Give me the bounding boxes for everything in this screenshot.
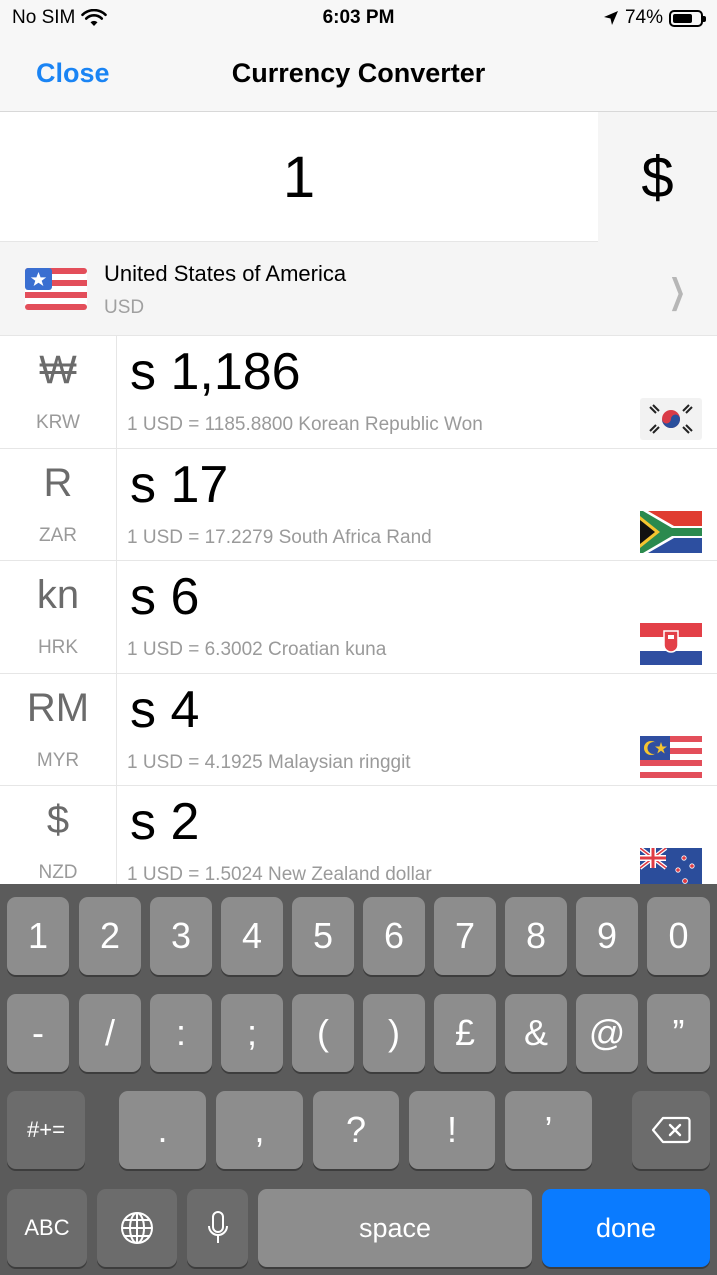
converted-amount: s 2 — [130, 793, 200, 851]
converted-amount: s 1,186 — [130, 343, 301, 401]
backspace-icon — [651, 1116, 691, 1144]
key-semicolon[interactable]: ; — [221, 994, 283, 1072]
numeric-keyboard: 1 2 3 4 5 6 7 8 9 0 - / : ; ( ) £ & @ ” … — [0, 884, 717, 1275]
key-apostrophe[interactable]: ’ — [505, 1091, 592, 1169]
currency-symbol: $ — [46, 798, 70, 842]
base-currency-code: USD — [104, 297, 145, 318]
converted-amount: s 6 — [130, 568, 200, 626]
key-abc[interactable]: ABC — [7, 1189, 87, 1267]
currency-code: HRK — [37, 637, 79, 658]
key-6[interactable]: 6 — [363, 897, 425, 975]
exchange-rate: 1 USD = 1.5024 New Zealand dollar — [127, 864, 432, 884]
microphone-key[interactable] — [187, 1189, 248, 1267]
backspace-key[interactable] — [632, 1091, 710, 1169]
base-currency-name: United States of America — [104, 261, 347, 286]
battery-icon — [669, 9, 706, 27]
microphone-icon — [207, 1211, 228, 1243]
currency-code: NZD — [38, 862, 78, 883]
currency-symbol: RM — [26, 685, 90, 730]
battery-percentage: 74% — [624, 7, 663, 28]
new-zealand-flag-icon — [640, 848, 702, 884]
malaysia-flag-icon — [640, 735, 702, 778]
key-close-paren[interactable]: ) — [363, 994, 425, 1072]
done-key[interactable]: done — [542, 1189, 710, 1267]
key-comma[interactable]: , — [216, 1091, 303, 1169]
currency-symbol-cell: R ZAR — [0, 448, 117, 560]
south-africa-flag-icon — [640, 510, 702, 553]
key-ampersand[interactable]: & — [505, 994, 567, 1072]
currency-row-zar[interactable]: R ZAR s 17 1 USD = 17.2279 South Africa … — [0, 448, 717, 561]
key-4[interactable]: 4 — [221, 897, 283, 975]
exchange-rate: 1 USD = 1185.8800 Korean Republic Won — [127, 414, 483, 435]
key-2[interactable]: 2 — [79, 897, 141, 975]
exchange-rate: 1 USD = 4.1925 Malaysian ringgit — [127, 751, 411, 773]
globe-key[interactable] — [97, 1189, 177, 1267]
exchange-rate: 1 USD = 6.3002 Croatian kuna — [127, 639, 387, 660]
space-key[interactable]: space — [258, 1189, 532, 1267]
currency-symbol-cell: $ NZD — [0, 786, 117, 884]
currency-symbol: R — [43, 460, 73, 505]
amount-input[interactable]: 1 — [0, 112, 598, 242]
exchange-rate: 1 USD = 17.2279 South Africa Rand — [127, 526, 432, 548]
status-right: 74% — [603, 7, 706, 29]
currency-symbol-cell: RM MYR — [0, 673, 117, 785]
battery-fill — [673, 13, 693, 23]
key-at[interactable]: @ — [576, 994, 638, 1072]
location-arrow-icon — [603, 11, 618, 25]
key-3[interactable]: 3 — [150, 897, 212, 975]
currency-row-myr[interactable]: RM MYR s 4 1 USD = 4.1925 Malaysian ring… — [0, 673, 717, 786]
key-pound[interactable]: £ — [434, 994, 496, 1072]
nav-bar: Close Currency Converter — [0, 38, 717, 112]
currency-code: MYR — [36, 749, 80, 771]
globe-icon — [121, 1212, 153, 1244]
chevron-right-icon: ❯ — [668, 273, 686, 311]
croatia-flag-icon — [640, 623, 702, 665]
key-question[interactable]: ? — [313, 1091, 399, 1169]
key-colon[interactable]: : — [150, 994, 212, 1072]
key-8[interactable]: 8 — [505, 897, 567, 975]
key-quote[interactable]: ” — [647, 994, 710, 1072]
currency-code: KRW — [36, 412, 80, 433]
currency-row-krw[interactable]: ₩ KRW s 1,186 1 USD = 1185.8800 Korean R… — [0, 336, 717, 449]
base-currency-symbol-button[interactable]: $ — [598, 112, 717, 242]
currency-row-nzd[interactable]: $ NZD s 2 1 USD = 1.5024 New Zealand dol… — [0, 786, 717, 884]
currency-symbol-cell: ₩ KRW — [0, 336, 117, 448]
key-1[interactable]: 1 — [7, 897, 69, 975]
close-button[interactable]: Close — [36, 58, 110, 89]
usa-flag-icon — [25, 268, 87, 310]
key-symbols-toggle[interactable]: #+= — [7, 1091, 85, 1169]
south-korea-flag-icon — [640, 398, 702, 440]
converted-amount: s 4 — [130, 680, 200, 739]
key-exclamation[interactable]: ! — [409, 1091, 495, 1169]
key-hyphen[interactable]: - — [7, 994, 69, 1072]
key-period[interactable]: . — [119, 1091, 206, 1169]
base-currency-selector[interactable]: United States of America USD ❯ — [0, 242, 717, 336]
key-open-paren[interactable]: ( — [292, 994, 354, 1072]
currency-symbol: ₩ — [39, 348, 77, 392]
currency-list: ₩ KRW s 1,186 1 USD = 1185.8800 Korean R… — [0, 336, 717, 884]
key-slash[interactable]: / — [79, 994, 141, 1072]
key-9[interactable]: 9 — [576, 897, 638, 975]
amount-input-row: 1 $ — [0, 112, 717, 242]
currency-symbol: kn — [36, 573, 80, 617]
status-bar: No SIM 6:03 PM 74% — [0, 0, 717, 38]
currency-symbol-cell: kn HRK — [0, 561, 117, 673]
currency-code: ZAR — [39, 524, 77, 546]
key-7[interactable]: 7 — [434, 897, 496, 975]
converted-amount: s 17 — [130, 455, 229, 514]
key-0[interactable]: 0 — [647, 897, 710, 975]
currency-row-hrk[interactable]: kn HRK s 6 1 USD = 6.3002 Croatian kuna — [0, 561, 717, 674]
key-5[interactable]: 5 — [292, 897, 354, 975]
